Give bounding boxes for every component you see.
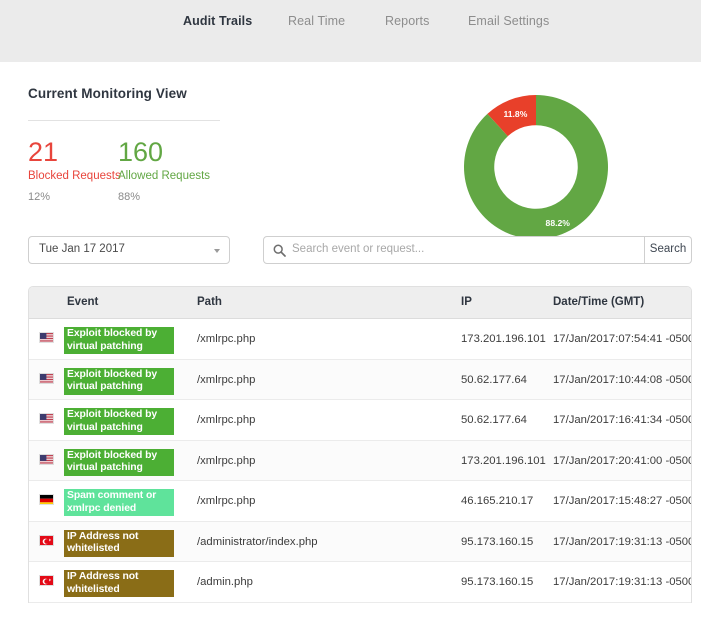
cell-path: /administrator/index.php [197,536,318,548]
flag-tr-icon [39,535,54,546]
stat-blocked-requests: 21 Blocked Requests 12% [28,138,121,205]
cell-path: /xmlrpc.php [197,495,255,507]
stat-allowed-percent: 88% [118,190,210,205]
search-button[interactable]: Search [645,236,692,264]
cell-path: /admin.php [197,576,253,588]
stat-allowed-value: 160 [118,138,210,167]
stat-allowed-requests: 160 Allowed Requests 88% [118,138,210,205]
donut-slice-1 [464,95,608,239]
table-row[interactable]: IP Address not whitelisted/admin.php 95.1… [29,562,691,603]
column-header-ip: IP [461,296,472,308]
event-badge: Spam comment or xmlrpc denied [64,489,174,516]
cell-path: /xmlrpc.php [197,414,255,426]
cell-datetime: 17/Jan/2017:19:31:13 -0500 [553,536,692,548]
audit-trail-table: Event Path IP Date/Time (GMT) Exploit bl… [28,286,692,603]
search-button-label: Search [645,243,691,255]
cell-path: /xmlrpc.php [197,333,255,345]
nav-tab-real-time[interactable]: Real Time [288,14,345,28]
table-header-row: Event Path IP Date/Time (GMT) [29,287,691,319]
stat-allowed-label: Allowed Requests [118,169,210,184]
cell-path: /xmlrpc.php [197,374,255,386]
flag-tr-icon [39,575,54,586]
top-navigation-bar: Audit Trails Real Time Reports Email Set… [0,0,701,62]
search-placeholder-text: Search event or request... [292,243,424,255]
title-divider [28,120,220,121]
column-header-event: Event [67,296,98,308]
cell-ip: 46.165.210.17 [461,495,533,507]
table-row[interactable]: Exploit blocked by virtual patching/xmlr… [29,319,691,360]
event-badge: Exploit blocked by virtual patching [64,327,174,354]
table-row[interactable]: Exploit blocked by virtual patching/xmlr… [29,400,691,441]
event-badge: Exploit blocked by virtual patching [64,408,174,435]
cell-datetime: 17/Jan/2017:20:41:00 -0500 [553,455,692,467]
nav-items: Audit Trails Real Time Reports Email Set… [0,14,701,36]
monitoring-card: Current Monitoring View 21 Blocked Reque… [8,62,701,622]
table-row[interactable]: Exploit blocked by virtual patching/xmlr… [29,441,691,482]
table-row[interactable]: Spam comment or xmlrpc denied/xmlrpc.php… [29,481,691,522]
table-row[interactable]: Exploit blocked by virtual patching/xmlr… [29,360,691,401]
cell-datetime: 17/Jan/2017:16:41:34 -0500 [553,414,692,426]
search-icon [273,244,286,257]
requests-donut-chart: 11.8% 88.2% [456,87,616,247]
nav-tab-audit-trails[interactable]: Audit Trails [183,14,252,28]
nav-tab-email-settings[interactable]: Email Settings [468,14,549,28]
cell-ip: 173.201.196.101 [461,333,546,345]
table-body: Exploit blocked by virtual patching/xmlr… [29,319,691,603]
event-badge: IP Address not whitelisted [64,570,174,597]
flag-de-icon [39,494,54,505]
stat-blocked-label: Blocked Requests [28,169,121,184]
search-input[interactable]: Search event or request... [263,236,645,264]
cell-datetime: 17/Jan/2017:19:31:13 -0500 [553,576,692,588]
donut-slice-label-allowed: 88.2% [546,218,571,228]
donut-chart-svg: 11.8% 88.2% [456,87,616,247]
cell-datetime: 17/Jan/2017:07:54:41 -0500 [553,333,692,345]
event-badge: Exploit blocked by virtual patching [64,368,174,395]
event-badge: IP Address not whitelisted [64,530,174,557]
column-header-path: Path [197,296,222,308]
event-badge: Exploit blocked by virtual patching [64,449,174,476]
flag-us-icon [39,332,54,343]
date-filter-select[interactable]: Tue Jan 17 2017 [28,236,230,264]
cell-datetime: 17/Jan/2017:15:48:27 -0500 [553,495,692,507]
page-title: Current Monitoring View [28,86,187,101]
stat-blocked-percent: 12% [28,190,121,205]
column-header-datetime: Date/Time (GMT) [553,296,644,308]
search-group: Search event or request... Search [263,236,692,264]
cell-ip: 95.173.160.15 [461,576,533,588]
cell-ip: 95.173.160.15 [461,536,533,548]
cell-datetime: 17/Jan/2017:10:44:08 -0500 [553,374,692,386]
cell-ip: 173.201.196.101 [461,455,546,467]
flag-us-icon [39,413,54,424]
nav-tab-reports[interactable]: Reports [385,14,429,28]
table-row[interactable]: IP Address not whitelisted/administrator… [29,522,691,563]
stat-blocked-value: 21 [28,138,121,167]
cell-ip: 50.62.177.64 [461,414,527,426]
date-filter-value: Tue Jan 17 2017 [39,243,125,255]
flag-us-icon [39,454,54,465]
cell-path: /xmlrpc.php [197,455,255,467]
flag-us-icon [39,373,54,384]
chevron-down-icon [214,249,220,253]
donut-slice-label-blocked: 11.8% [503,109,527,119]
cell-ip: 50.62.177.64 [461,374,527,386]
